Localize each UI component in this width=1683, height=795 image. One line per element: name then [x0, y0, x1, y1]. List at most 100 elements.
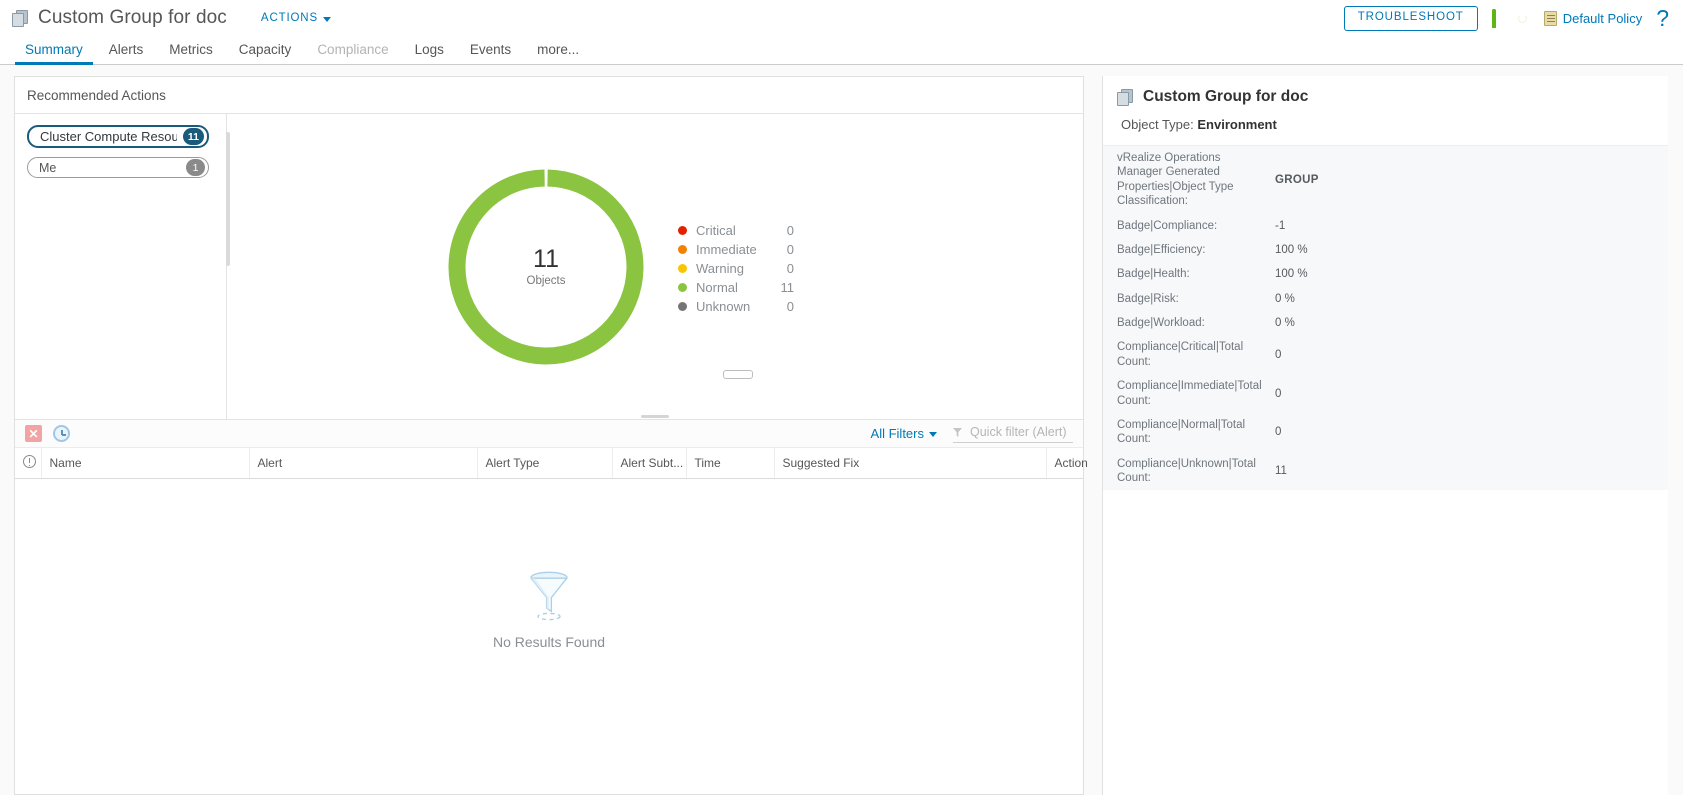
recommended-actions-filter-list: Cluster Compute Resource 11 Me 1: [15, 114, 230, 419]
legend-color-dot: [678, 245, 687, 254]
details-panel-header: Custom Group for doc Object Type: Enviro…: [1103, 76, 1668, 132]
legend-item[interactable]: Warning 0: [678, 261, 794, 276]
help-icon[interactable]: ?: [1656, 6, 1669, 30]
legend-label: Warning: [696, 261, 744, 276]
all-filters-label: All Filters: [870, 426, 924, 441]
legend-label: Normal: [696, 280, 738, 295]
left-column: Recommended Actions Cluster Compute Reso…: [14, 76, 1088, 795]
app-header: Custom Group for doc ACTIONS TROUBLESHOO…: [0, 0, 1683, 36]
legend-item[interactable]: Normal 11: [678, 280, 794, 295]
legend-item[interactable]: Critical 0: [678, 223, 794, 238]
property-value: 0 %: [1275, 317, 1295, 330]
tab-metrics[interactable]: Metrics: [156, 42, 226, 64]
tab-events[interactable]: Events: [457, 42, 524, 64]
column-header-alert_type[interactable]: Alert Type: [477, 448, 613, 479]
legend-label: Critical: [696, 223, 736, 238]
column-header-alert[interactable]: Alert: [249, 448, 478, 479]
chart-resize-handle[interactable]: [723, 370, 753, 379]
property-value: 100 %: [1275, 268, 1308, 281]
details-object-type: Object Type: Environment: [1121, 117, 1668, 132]
column-header-name[interactable]: Name: [41, 448, 250, 479]
page-title-block: Custom Group for doc: [12, 7, 227, 29]
property-row: Badge|Compliance: -1: [1103, 214, 1668, 238]
tab-more[interactable]: more...: [524, 42, 592, 64]
main-content: Recommended Actions Cluster Compute Reso…: [0, 65, 1683, 795]
property-value: 100 %: [1275, 244, 1308, 257]
alerts-section: ✕ All Filters NameAlertAler: [15, 419, 1088, 794]
column-header-suggested_fix[interactable]: Suggested Fix: [774, 448, 1047, 479]
section-splitter-horizontal[interactable]: [641, 415, 669, 418]
alerts-empty-state: No Results Found: [15, 479, 1083, 794]
quick-filter-group: [953, 424, 1073, 443]
empty-state-message: No Results Found: [492, 633, 606, 650]
recommended-actions-body: Cluster Compute Resource 11 Me 1 11 Objects…: [15, 114, 1083, 419]
alert-status-icon: [23, 455, 36, 468]
property-key: Badge|Efficiency:: [1117, 243, 1206, 256]
page-title: Custom Group for doc: [38, 7, 227, 28]
alerts-table: Name Alert Alert Type Alert Subt... Time Sugg…: [15, 448, 1088, 479]
chevron-down-icon: [323, 16, 331, 22]
column-header-alert_subtype[interactable]: Alert Subt...: [612, 448, 687, 479]
group-object-icon: [12, 9, 29, 27]
legend-item[interactable]: Unknown 0: [678, 299, 794, 314]
recommended-actions-title: Recommended Actions: [15, 77, 1083, 114]
policy-label: Default Policy: [1562, 10, 1643, 26]
tab-bar: Summary Alerts Metrics Capacity Compliance Lo…: [0, 36, 1683, 65]
default-policy-link[interactable]: Default Policy: [1543, 10, 1643, 26]
details-panel-title: Custom Group for doc: [1143, 88, 1309, 105]
quick-filter-input[interactable]: [968, 424, 1073, 440]
pill-count-badge: 11: [182, 128, 204, 145]
objects-donut-chart[interactable]: 11 Objects: [440, 161, 652, 373]
property-key: Compliance|Critical|Total Count:: [1117, 341, 1244, 368]
legend-value: 0: [786, 261, 794, 276]
property-key: Badge|Health:: [1117, 268, 1190, 281]
property-row: Compliance|Critical|Total Count: 0: [1103, 335, 1668, 374]
actions-menu-button[interactable]: ACTIONS: [261, 12, 331, 24]
property-row: Badge|Workload: 0 %: [1103, 311, 1668, 335]
object-type-label: Object Type:: [1121, 117, 1194, 132]
actions-menu-label: ACTIONS: [260, 12, 318, 24]
legend-item[interactable]: Immediate 0: [678, 242, 794, 257]
details-properties-list: vRealize Operations Manager Generated Pr…: [1103, 145, 1668, 491]
policy-document-icon: [1543, 10, 1557, 26]
property-value: 0: [1275, 387, 1282, 400]
tab-capacity[interactable]: Capacity: [226, 42, 305, 64]
property-value: 0: [1275, 426, 1282, 439]
tab-summary[interactable]: Summary: [12, 42, 96, 65]
column-header-action[interactable]: Action: [1046, 448, 1088, 479]
donut-total-unit: Objects: [526, 275, 566, 288]
property-value: GROUP: [1275, 173, 1319, 186]
status-circle-badge-icon[interactable]: [1515, 11, 1530, 26]
object-type-value: Environment: [1197, 117, 1277, 132]
group-object-icon: [1117, 88, 1134, 106]
alerts-toolbar-right: All Filters: [871, 424, 1073, 443]
troubleshoot-button[interactable]: TROUBLESHOOT: [1343, 5, 1478, 31]
all-filters-button[interactable]: All Filters: [871, 426, 937, 441]
pill-count-badge: 1: [186, 159, 205, 176]
filter-funnel-icon: [953, 427, 962, 437]
property-row: Badge|Risk: 0 %: [1103, 287, 1668, 311]
property-key: Badge|Workload:: [1117, 317, 1205, 329]
recommended-action-pill[interactable]: Me 1: [27, 157, 209, 178]
cancel-alert-icon[interactable]: ✕: [25, 425, 42, 442]
property-key: Badge|Risk:: [1117, 292, 1179, 305]
recommended-action-pill[interactable]: Cluster Compute Resource 11: [27, 125, 209, 148]
property-row: Compliance|Normal|Total Count: 0: [1103, 413, 1668, 452]
health-arc-badge-icon[interactable]: [1491, 8, 1507, 28]
funnel-empty-icon: [530, 571, 568, 620]
column-header-status[interactable]: [15, 448, 42, 479]
tab-logs[interactable]: Logs: [402, 42, 457, 64]
legend-value: 0: [786, 223, 794, 238]
property-key: Badge|Compliance:: [1117, 219, 1218, 232]
legend-color-dot: [678, 226, 687, 235]
snooze-alert-icon[interactable]: [53, 425, 70, 442]
legend-value: 11: [780, 280, 795, 295]
tab-alerts[interactable]: Alerts: [96, 42, 157, 64]
alerts-table-header-row: Name Alert Alert Type Alert Subt... Time Sugg…: [15, 448, 1088, 479]
details-panel: Custom Group for doc Object Type: Enviro…: [1102, 76, 1668, 795]
property-key: Compliance|Normal|Total Count:: [1117, 418, 1246, 446]
property-value: 0: [1275, 348, 1282, 361]
column-header-time[interactable]: Time: [686, 448, 775, 479]
legend-value: 0: [786, 242, 794, 257]
property-row: Compliance|Immediate|Total Count: 0: [1103, 374, 1668, 413]
